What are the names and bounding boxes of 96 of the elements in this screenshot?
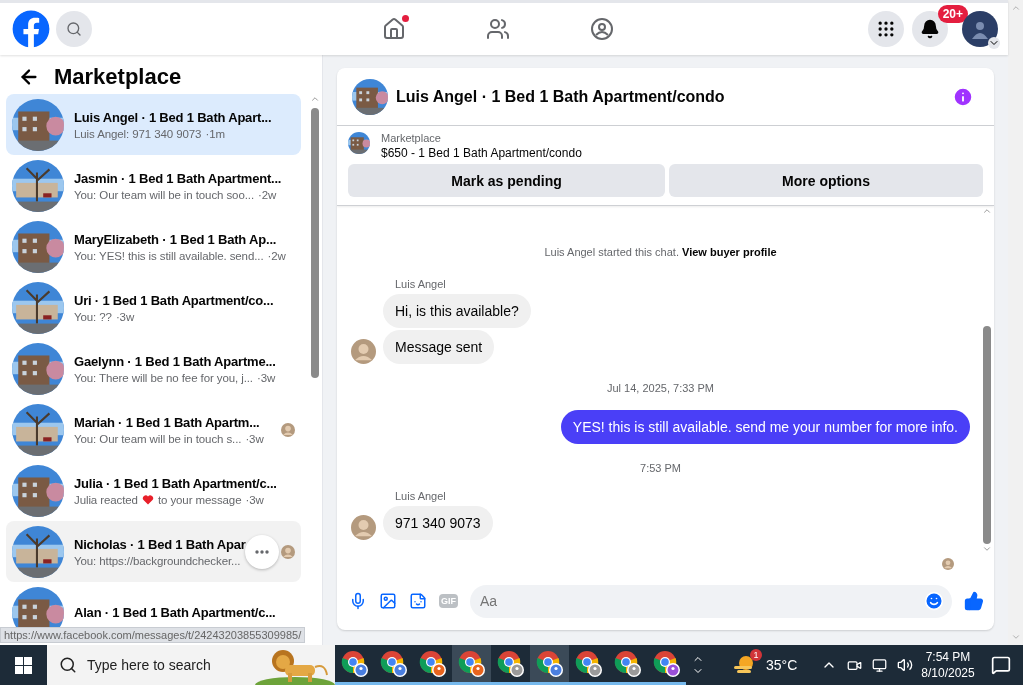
- message-preview: You: Our team will be in touch soo...: [74, 188, 254, 201]
- sidebar-title: Marketplace: [54, 64, 182, 90]
- message-preview: You: ??: [74, 310, 112, 323]
- person-icon: [970, 19, 990, 39]
- grid-icon: [876, 19, 896, 39]
- message-bubble: Message sent: [383, 330, 495, 364]
- conversation-item[interactable]: Julia · 1 Bed 1 Bath Apartment/c... Julia reacted to your message ·3w: [6, 460, 301, 521]
- message-bubble: Hi, is this available?: [383, 294, 531, 328]
- profile-button[interactable]: [962, 11, 998, 47]
- like-icon[interactable]: [964, 591, 984, 611]
- listing-label: Marketplace: [381, 132, 442, 144]
- sticker-icon[interactable]: [409, 592, 427, 610]
- url-tooltip: https://www.facebook.com/messages/t/24243203855309985/: [0, 627, 306, 643]
- message-preview: to your message: [157, 493, 242, 506]
- message-time: ·2w: [267, 249, 286, 262]
- volume-icon[interactable]: [897, 657, 914, 673]
- message-preview: You: Our team will be in touch s...: [74, 432, 242, 445]
- network-icon[interactable]: [872, 657, 888, 673]
- avatar: [351, 339, 376, 364]
- conversation-title: Luis Angel · 1 Bed 1 Bath Apart...: [74, 109, 273, 125]
- more-icon: [255, 550, 269, 554]
- search-icon: [59, 656, 77, 674]
- groups-icon[interactable]: [590, 17, 614, 41]
- notification-center-icon[interactable]: [990, 655, 1011, 675]
- chat-title: Luis Angel · 1 Bed 1 Bath Apartment/condo: [396, 87, 725, 106]
- conversation-title: Alan · 1 Bed 1 Bath Apartment/c...: [74, 605, 277, 620]
- conversation-item[interactable]: Uri · 1 Bed 1 Bath Apartment/co... You: ?? ·3w: [6, 277, 301, 338]
- microphone-icon[interactable]: [349, 592, 367, 610]
- avatar: [351, 515, 376, 540]
- menu-button[interactable]: [868, 11, 904, 47]
- weather-badge: 1: [750, 649, 762, 661]
- taskbar-search[interactable]: Type here to search: [47, 645, 335, 685]
- conversation-title: MaryElizabeth · 1 Bed 1 Bath Ap...: [74, 231, 278, 247]
- conversation-item[interactable]: Jasmin · 1 Bed 1 Bath Apartment... You: Our team will be in touch soo... ·2w: [6, 155, 301, 216]
- message-time: ·1m: [205, 127, 225, 140]
- friends-icon[interactable]: [486, 17, 510, 41]
- message-preview: You: https://backgroundchecker...: [74, 554, 241, 567]
- info-icon[interactable]: [952, 85, 974, 108]
- message-time: ·3w: [256, 371, 276, 384]
- heart-icon: [141, 493, 154, 506]
- message-bubble: 971 340 9073: [383, 506, 493, 540]
- message-preview: You: There will be no fee for you, j...: [74, 371, 253, 384]
- chrome-profile-icon: [496, 649, 525, 678]
- chrome-profile-icon: [574, 649, 603, 678]
- chevron-icon: [988, 37, 1000, 49]
- facebook-logo[interactable]: [12, 10, 50, 48]
- chrome-profile-icon: [379, 649, 408, 678]
- windows-logo: [15, 656, 32, 674]
- conversation-item[interactable]: Mariah · 1 Bed 1 Bath Apartm... You: Our team will be in touch s... ·3w: [6, 399, 301, 460]
- action-button[interactable]: More options: [669, 164, 983, 197]
- action-button[interactable]: Mark as pending: [348, 164, 665, 197]
- clock[interactable]: 7:54 PM 8/10/2025: [921, 650, 975, 680]
- conversation-title: Gaelynn · 1 Bed 1 Bath Apartme...: [74, 353, 277, 369]
- conversation-title: Uri · 1 Bed 1 Bath Apartment/co...: [74, 292, 275, 308]
- taskbar-app[interactable]: [530, 645, 569, 685]
- conversation-item[interactable]: MaryElizabeth · 1 Bed 1 Bath Ap... You: YES! this is still available. send... ·2w: [6, 216, 301, 277]
- sender-name: Luis Angel: [395, 490, 447, 502]
- bell-icon: [920, 19, 940, 39]
- listing-name: $650 - 1 Bed 1 Bath Apartment/condo: [381, 146, 582, 160]
- message-field[interactable]: Aa: [470, 584, 952, 618]
- message-preview: You: YES! this is still available. send...: [74, 249, 264, 262]
- message-preview: Julia reacted: [74, 493, 138, 506]
- chrome-profile-icon: [418, 649, 447, 678]
- timestamp: 7:53 PM: [639, 462, 682, 474]
- taskbar-app[interactable]: [452, 645, 491, 685]
- chrome-profile-icon: [652, 649, 681, 678]
- search-icon: [66, 21, 82, 37]
- chrome-profile-icon: [613, 649, 642, 678]
- chrome-profile-icon: [457, 649, 486, 678]
- conversation-title: Jasmin · 1 Bed 1 Bath Apartment...: [74, 170, 283, 186]
- message-bubble: YES! this is still available. send me your number for more info.: [560, 410, 970, 444]
- conversation-title: Mariah · 1 Bed 1 Bath Apartm...: [74, 414, 261, 430]
- message-time: ·3w: [245, 493, 264, 506]
- conversation-item[interactable]: Luis Angel · 1 Bed 1 Bath Apart... Luis Angel: 971 340 9073 ·1m: [6, 94, 301, 155]
- chat-notice: Luis Angel started this chat. View buyer profile: [543, 246, 778, 258]
- buyer-profile-link[interactable]: View buyer profile: [682, 246, 777, 258]
- message-time: ·3w: [245, 432, 264, 445]
- conversation-item[interactable]: Nicholas · 1 Bed 1 Bath Apar You: https://backgroundchecker...: [6, 521, 301, 582]
- message-time: ·2w: [258, 188, 277, 201]
- chrome-profile-icon: [535, 649, 564, 678]
- home-icon[interactable]: [382, 17, 406, 41]
- conversation-title: Julia · 1 Bed 1 Bath Apartment/c...: [74, 475, 278, 491]
- search-button[interactable]: [56, 11, 92, 47]
- chrome-profile-icon: [340, 649, 369, 678]
- sender-name: Luis Angel: [395, 278, 447, 290]
- weather-icon: [732, 655, 756, 675]
- scrollbar-thumb[interactable]: [311, 108, 319, 378]
- conversation-title: Nicholas · 1 Bed 1 Bath Apar: [74, 536, 247, 552]
- scrollbar-thumb[interactable]: [983, 326, 991, 544]
- notification-badge: 20+: [937, 5, 968, 23]
- photo-icon[interactable]: [379, 592, 397, 610]
- timestamp: Jul 14, 2025, 7:33 PM: [606, 382, 715, 394]
- message-time: ·3w: [115, 310, 135, 323]
- message-preview: Luis Angel: 971 340 9073: [74, 127, 202, 140]
- conversation-item[interactable]: Gaelynn · 1 Bed 1 Bath Apartme... You: There will be no fee for you, j... ·3w: [6, 338, 301, 399]
- temperature: 35°C: [766, 657, 798, 673]
